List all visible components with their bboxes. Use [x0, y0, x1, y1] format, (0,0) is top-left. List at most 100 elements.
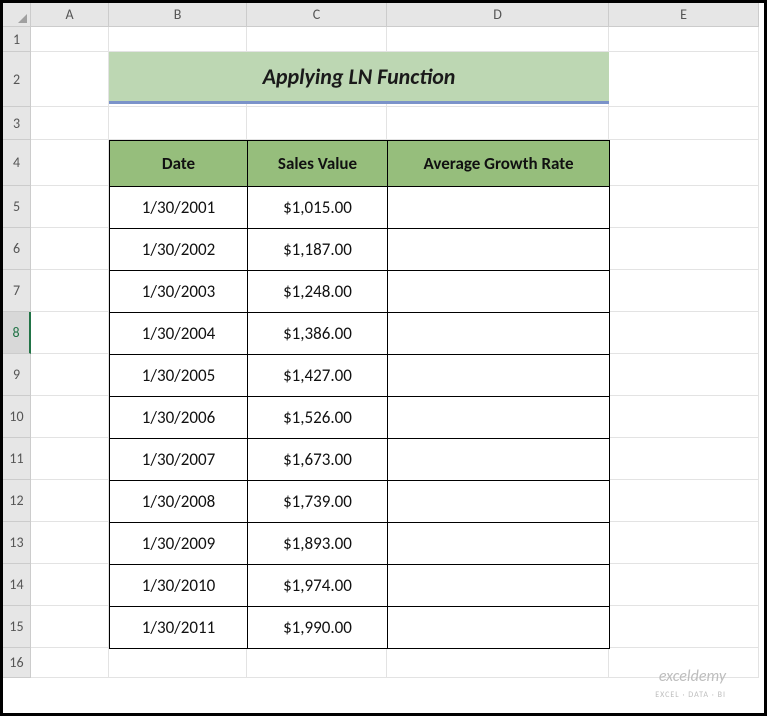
cell-growth[interactable]: [388, 439, 610, 481]
cell-date[interactable]: 1/30/2002: [110, 229, 248, 271]
cell[interactable]: [609, 27, 759, 52]
cell[interactable]: [31, 480, 109, 522]
column-header-E[interactable]: E: [609, 3, 759, 27]
cell[interactable]: [109, 107, 247, 140]
cell-growth[interactable]: [388, 565, 610, 607]
row-header-11[interactable]: 11: [3, 438, 31, 480]
cell-growth[interactable]: [388, 523, 610, 565]
cell-growth[interactable]: [388, 313, 610, 355]
cell[interactable]: [31, 564, 109, 606]
table-header-date[interactable]: Date: [110, 141, 248, 187]
row-header-5[interactable]: 5: [3, 186, 31, 228]
row-header-10[interactable]: 10: [3, 396, 31, 438]
table-row: 1/30/2005$1,427.00: [110, 355, 610, 397]
table-header-sales[interactable]: Sales Value: [248, 141, 388, 187]
row-header-9[interactable]: 9: [3, 354, 31, 396]
cell[interactable]: [31, 52, 109, 107]
cell[interactable]: [31, 228, 109, 270]
cell[interactable]: [609, 107, 759, 140]
cell[interactable]: [387, 27, 609, 52]
cell[interactable]: [31, 107, 109, 140]
cell-growth[interactable]: [388, 397, 610, 439]
cell-growth[interactable]: [388, 229, 610, 271]
cell[interactable]: [609, 312, 759, 354]
cell[interactable]: [609, 606, 759, 648]
cell-sales[interactable]: $1,386.00: [248, 313, 388, 355]
cell[interactable]: [31, 606, 109, 648]
select-all-corner[interactable]: [3, 3, 31, 27]
cell[interactable]: [609, 522, 759, 564]
cell[interactable]: [609, 270, 759, 312]
column-header-C[interactable]: C: [247, 3, 387, 27]
cell[interactable]: [31, 354, 109, 396]
cell[interactable]: [31, 522, 109, 564]
cell-date[interactable]: 1/30/2007: [110, 439, 248, 481]
cell-sales[interactable]: $1,248.00: [248, 271, 388, 313]
cell[interactable]: [31, 27, 109, 52]
cell[interactable]: [31, 396, 109, 438]
cell-date[interactable]: 1/30/2004: [110, 313, 248, 355]
cell-sales[interactable]: $1,673.00: [248, 439, 388, 481]
cell[interactable]: [609, 140, 759, 186]
row-header-7[interactable]: 7: [3, 270, 31, 312]
cell-growth[interactable]: [388, 481, 610, 523]
cell-sales[interactable]: $1,526.00: [248, 397, 388, 439]
cell[interactable]: [31, 140, 109, 186]
cell-date[interactable]: 1/30/2011: [110, 607, 248, 649]
cell-sales[interactable]: $1,739.00: [248, 481, 388, 523]
cell[interactable]: [609, 354, 759, 396]
row-header-16[interactable]: 16: [3, 648, 31, 678]
row-header-1[interactable]: 1: [3, 27, 31, 52]
cell-sales[interactable]: $1,974.00: [248, 565, 388, 607]
cell[interactable]: [31, 312, 109, 354]
cell-date[interactable]: 1/30/2009: [110, 523, 248, 565]
cell-sales[interactable]: $1,893.00: [248, 523, 388, 565]
cell-growth[interactable]: [388, 355, 610, 397]
cell-sales[interactable]: $1,015.00: [248, 187, 388, 229]
row-header-15[interactable]: 15: [3, 606, 31, 648]
column-header-A[interactable]: A: [31, 3, 109, 27]
row-header-6[interactable]: 6: [3, 228, 31, 270]
cell[interactable]: [31, 438, 109, 480]
row-header-13[interactable]: 13: [3, 522, 31, 564]
column-header-D[interactable]: D: [387, 3, 609, 27]
row-header-8[interactable]: 8: [3, 312, 31, 354]
cell[interactable]: [609, 396, 759, 438]
row-header-3[interactable]: 3: [3, 107, 31, 140]
row-header-4[interactable]: 4: [3, 140, 31, 186]
cell-date[interactable]: 1/30/2005: [110, 355, 248, 397]
cell[interactable]: [387, 648, 609, 678]
cell-sales[interactable]: $1,187.00: [248, 229, 388, 271]
cell[interactable]: [609, 564, 759, 606]
row-header-12[interactable]: 12: [3, 480, 31, 522]
cell-date[interactable]: 1/30/2003: [110, 271, 248, 313]
cell-date[interactable]: 1/30/2001: [110, 187, 248, 229]
title-text: Applying LN Function: [263, 63, 456, 90]
cell[interactable]: [609, 228, 759, 270]
cell[interactable]: [109, 27, 247, 52]
cell[interactable]: [109, 648, 247, 678]
table-header-growth[interactable]: Average Growth Rate: [388, 141, 610, 187]
cell[interactable]: [31, 186, 109, 228]
cell-sales[interactable]: $1,427.00: [248, 355, 388, 397]
cell[interactable]: [247, 107, 387, 140]
row-header-14[interactable]: 14: [3, 564, 31, 606]
cell-growth[interactable]: [388, 271, 610, 313]
cell-date[interactable]: 1/30/2008: [110, 481, 248, 523]
cell[interactable]: [31, 270, 109, 312]
cell[interactable]: [31, 648, 109, 678]
cell[interactable]: [609, 52, 759, 107]
cell[interactable]: [247, 27, 387, 52]
cell[interactable]: [387, 107, 609, 140]
column-header-B[interactable]: B: [109, 3, 247, 27]
cell[interactable]: [609, 438, 759, 480]
cell-growth[interactable]: [388, 607, 610, 649]
cell[interactable]: [609, 480, 759, 522]
cell[interactable]: [247, 648, 387, 678]
cell-growth[interactable]: [388, 187, 610, 229]
row-header-2[interactable]: 2: [3, 52, 31, 107]
cell-sales[interactable]: $1,990.00: [248, 607, 388, 649]
cell-date[interactable]: 1/30/2010: [110, 565, 248, 607]
cell-date[interactable]: 1/30/2006: [110, 397, 248, 439]
cell[interactable]: [609, 186, 759, 228]
